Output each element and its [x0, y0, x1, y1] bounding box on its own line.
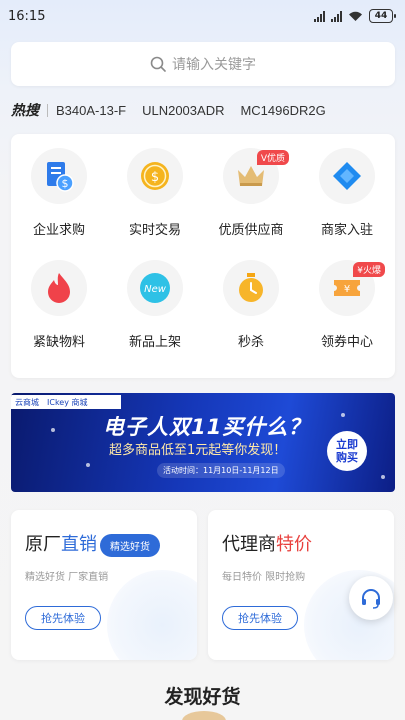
svg-text:New: New [144, 284, 167, 295]
blue-diamond-icon [333, 162, 361, 190]
signal-icon-2 [331, 10, 342, 22]
status-icons: 44 [314, 9, 396, 23]
new-badge-icon: New [140, 273, 170, 303]
promo-banner[interactable]: 云商城 ICkey 商城 电子人双11买什么？ 超多商品低至1元起等你发现！ 活… [11, 393, 395, 492]
search-icon [150, 56, 166, 72]
promo-title: 原厂直销 [25, 534, 97, 555]
hot-keyword[interactable]: B340A-13-F [56, 103, 126, 118]
battery-icon: 44 [369, 9, 396, 23]
banner-buy-button[interactable]: 立即购买 [327, 431, 367, 471]
banner-logo-a: 云商城 [15, 397, 39, 407]
wifi-icon [349, 11, 362, 21]
banner-subtitle: 超多商品低至1元起等你发现！ [109, 443, 287, 458]
sparkle-dot [341, 413, 345, 417]
chip-decoration [107, 570, 197, 660]
flame-icon [48, 273, 70, 303]
banner-logo-b: ICkey 商城 [47, 397, 88, 407]
category-realtime-trade[interactable]: $ 实时交易 [107, 148, 203, 260]
svg-text:$: $ [62, 177, 69, 190]
try-now-button[interactable]: 抢先体验 [222, 606, 298, 630]
category-enterprise-purchase[interactable]: $ 企业求购 [11, 148, 107, 260]
hot-search-title: 热搜 [11, 103, 39, 119]
category-label: 新品上架 [128, 335, 181, 350]
promo-card-factory-direct[interactable]: 原厂直销 精选好货 精选好货 厂家直销 抢先体验 [11, 510, 197, 660]
stopwatch-icon [239, 273, 263, 302]
banner-title: 电子人双11买什么？ [103, 415, 311, 439]
hot-search-bar: 热搜 B340A-13-F ULN2003ADR MC1496DR2G [11, 100, 401, 120]
category-tag: V优质 [256, 150, 289, 165]
try-now-button[interactable]: 抢先体验 [25, 606, 101, 630]
category-label: 商家入驻 [320, 223, 373, 238]
promo-subtitle: 每日特价 限时抢购 [222, 572, 306, 583]
invoice-dollar-icon: $ [47, 162, 74, 192]
category-label: 紧缺物料 [32, 335, 85, 350]
banner-date: 活动时间：11月10日-11月12日 [157, 463, 285, 478]
headset-icon [362, 589, 380, 609]
discover-section-title: 发现好货 [164, 686, 241, 708]
promo-subtitle: 精选好货 厂家直销 [25, 572, 109, 583]
svg-text:$: $ [151, 170, 159, 185]
status-time: 16:15 [8, 8, 46, 24]
product-image-peek [182, 711, 226, 720]
category-label: 秒杀 [237, 335, 264, 350]
search-input[interactable]: 请输入关键字 [11, 42, 395, 86]
promo-title: 代理商特价 [222, 534, 312, 555]
category-quality-supplier[interactable]: V优质 优质供应商 [203, 148, 299, 260]
banner-logos: 云商城 ICkey 商城 [11, 395, 121, 409]
category-tag: ¥火爆 [353, 262, 385, 277]
search-placeholder: 请输入关键字 [172, 57, 256, 73]
promo-pill: 精选好货 [100, 534, 160, 557]
category-label: 领券中心 [320, 335, 373, 350]
category-coupon-center[interactable]: ¥ ¥火爆 领券中心 [299, 260, 395, 372]
signal-icon [314, 10, 325, 22]
divider [47, 103, 48, 117]
category-new-arrivals[interactable]: New 新品上架 [107, 260, 203, 372]
hot-keyword[interactable]: ULN2003ADR [142, 103, 224, 118]
category-label: 实时交易 [128, 223, 181, 238]
svg-text:¥: ¥ [344, 284, 350, 295]
status-bar: 16:15 44 [0, 0, 405, 32]
sparkle-dot [86, 463, 90, 467]
category-flash-sale[interactable]: 秒杀 [203, 260, 299, 372]
category-label: 企业求购 [32, 223, 85, 238]
category-label: 优质供应商 [218, 223, 284, 238]
gold-coin-icon: $ [141, 162, 169, 190]
hot-keyword[interactable]: MC1496DR2G [240, 103, 325, 118]
customer-service-button[interactable] [349, 576, 393, 620]
category-merchant-join[interactable]: 商家入驻 [299, 148, 395, 260]
sparkle-dot [381, 475, 385, 479]
category-card: $ 企业求购 $ 实时交易 V优质 优质供应商 商家入驻 紧缺物料 New 新品… [11, 134, 395, 378]
category-scarce-materials[interactable]: 紧缺物料 [11, 260, 107, 372]
sparkle-dot [51, 428, 55, 432]
